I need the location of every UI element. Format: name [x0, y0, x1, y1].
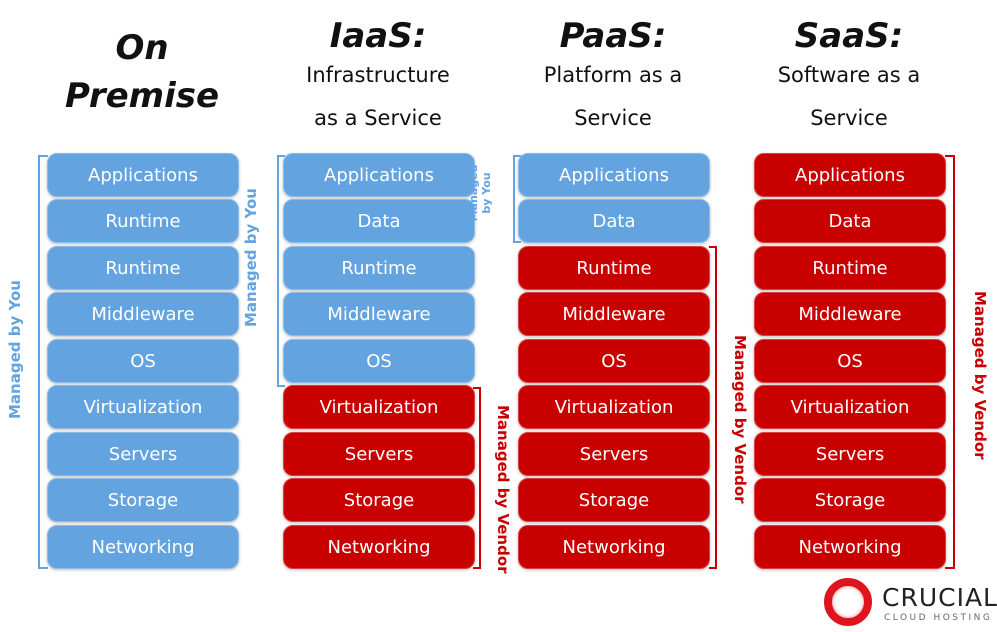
layer-paas-runtime: Runtime [518, 246, 710, 290]
layer-saas-storage: Storage [754, 478, 946, 522]
column-title-saas: SaaS: [794, 16, 904, 56]
layer-paas-middleware: Middleware [518, 292, 710, 336]
layer-onpremise-virtualization: Virtualization [47, 385, 239, 429]
column-subtitle-saas: Service [810, 106, 888, 130]
layer-iaas-servers: Servers [283, 432, 475, 476]
layer-paas-servers: Servers [518, 432, 710, 476]
layer-iaas-runtime: Runtime [283, 246, 475, 290]
layer-saas-middleware: Middleware [754, 292, 946, 336]
title-line-2: Premise [64, 76, 220, 116]
label-onpremise-runtime-managed-by-you: Managed by You [242, 188, 260, 327]
column-title-iaas: IaaS: [329, 16, 427, 56]
column-title-paas: PaaS: [559, 16, 667, 56]
bracket-paas-you [513, 155, 521, 243]
label-onpremise-managed-by-you: Managed by You [6, 280, 24, 419]
layer-iaas-os: OS [283, 339, 475, 383]
bracket-saas-vendor [945, 155, 955, 569]
title-line-1: On [115, 28, 169, 68]
layer-saas-os: OS [754, 339, 946, 383]
column-title-onpremise: On Premise [22, 28, 262, 116]
bracket-paas-vendor [709, 246, 717, 569]
layer-iaas-applications: Applications [283, 153, 475, 197]
layer-onpremise-runtime: Runtime [47, 199, 239, 243]
bracket-iaas-you [277, 155, 285, 387]
column-subtitle-iaas: as a Service [314, 106, 442, 130]
label-paas-managed-by-vendor: Managed by Vendor [731, 335, 749, 504]
layer-saas-virtualization: Virtualization [754, 385, 946, 429]
layer-paas-networking: Networking [518, 525, 710, 569]
bracket-onpremise-you [38, 155, 48, 569]
layer-iaas-data: Data [283, 199, 475, 243]
layer-saas-applications: Applications [754, 153, 946, 197]
layer-paas-os: OS [518, 339, 710, 383]
layer-paas-storage: Storage [518, 478, 710, 522]
label-iaas-managed-by-vendor: Managed by Vendor [494, 405, 512, 574]
label-by-you: by You [480, 172, 493, 214]
red-ring-logo-icon [824, 578, 872, 626]
layer-paas-virtualization: Virtualization [518, 385, 710, 429]
crucial-logo: CRUCIAL CLOUD HOSTING [822, 577, 997, 627]
layer-onpremise-middleware: Middleware [47, 292, 239, 336]
logo-name: CRUCIAL [882, 583, 997, 612]
layer-iaas-middleware: Middleware [283, 292, 475, 336]
label-iaas-managed-by-you: Managed by You [467, 161, 493, 225]
bracket-iaas-vendor [473, 387, 481, 569]
label-managed: Managed [467, 164, 480, 222]
layer-onpremise-os: OS [47, 339, 239, 383]
layer-onpremise-servers: Servers [47, 432, 239, 476]
layer-paas-applications: Applications [518, 153, 710, 197]
layer-iaas-networking: Networking [283, 525, 475, 569]
column-subtitle-iaas: Infrastructure [306, 63, 450, 87]
column-subtitle-paas: Service [574, 106, 652, 130]
layer-onpremise-applications: Applications [47, 153, 239, 197]
logo-tagline: CLOUD HOSTING [884, 613, 993, 623]
layer-onpremise-networking: Networking [47, 525, 239, 569]
layer-saas-runtime: Runtime [754, 246, 946, 290]
layer-paas-data: Data [518, 199, 710, 243]
layer-saas-servers: Servers [754, 432, 946, 476]
layer-iaas-virtualization: Virtualization [283, 385, 475, 429]
layer-onpremise-runtime: Runtime [47, 246, 239, 290]
layer-onpremise-storage: Storage [47, 478, 239, 522]
column-subtitle-saas: Software as a [777, 63, 921, 87]
layer-saas-data: Data [754, 199, 946, 243]
layer-iaas-storage: Storage [283, 478, 475, 522]
layer-saas-networking: Networking [754, 525, 946, 569]
column-subtitle-paas: Platform as a [543, 63, 683, 87]
label-saas-managed-by-vendor: Managed by Vendor [971, 291, 989, 460]
